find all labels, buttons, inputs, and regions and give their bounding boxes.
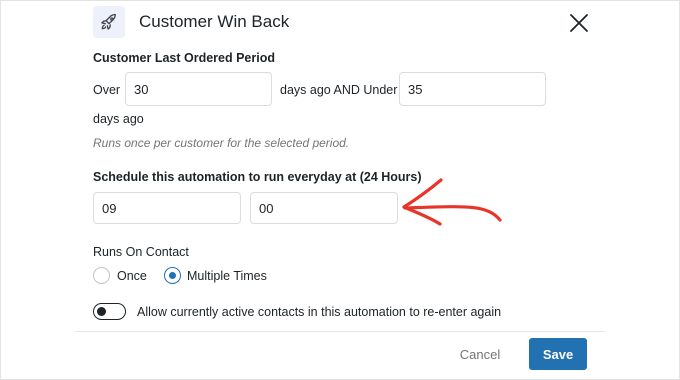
header-icon-box (93, 6, 125, 38)
schedule-label: Schedule this automation to run everyday… (93, 170, 422, 184)
reenter-toggle[interactable] (93, 303, 126, 320)
hour-input[interactable] (93, 192, 241, 224)
middle-label: days ago AND Under (280, 83, 398, 97)
over-days-input[interactable] (125, 72, 272, 106)
period-label: Customer Last Ordered Period (93, 51, 275, 65)
radio-once-label[interactable]: Once (117, 269, 147, 283)
radio-multiple-times-label[interactable]: Multiple Times (187, 269, 267, 283)
runs-on-contact-label: Runs On Contact (93, 245, 189, 259)
radio-multiple-times[interactable] (164, 267, 181, 284)
period-help-text: Runs once per customer for the selected … (93, 136, 350, 150)
toggle-knob (97, 306, 106, 316)
rocket-icon (101, 13, 116, 30)
save-button[interactable]: Save (529, 338, 587, 370)
cancel-button[interactable]: Cancel (447, 339, 513, 369)
radio-once[interactable] (93, 267, 110, 284)
annotation-arrow (402, 178, 502, 226)
modal-title: Customer Win Back (139, 12, 290, 31)
close-button[interactable] (568, 12, 590, 34)
footer-divider (75, 331, 605, 332)
under-days-input[interactable] (399, 72, 546, 106)
minute-input[interactable] (250, 192, 398, 224)
close-icon[interactable] (568, 12, 590, 34)
reenter-label: Allow currently active contacts in this … (137, 305, 502, 319)
suffix-label: days ago (93, 112, 144, 126)
over-label: Over (93, 83, 121, 97)
